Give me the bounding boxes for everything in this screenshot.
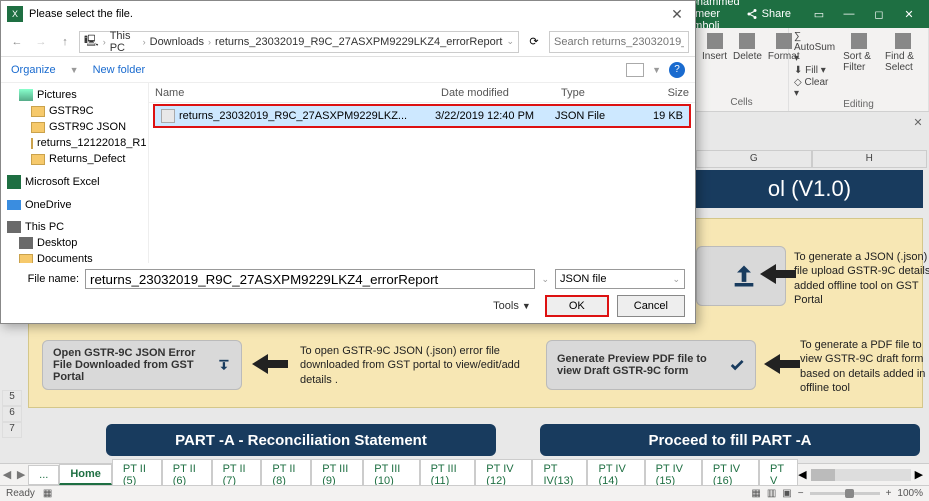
arrow-icon — [764, 354, 800, 374]
folder-icon — [31, 138, 33, 149]
tree-item[interactable]: Documents — [3, 251, 146, 263]
tree-item[interactable]: Pictures — [3, 87, 146, 103]
excel-icon: X — [7, 6, 23, 22]
folder-icon — [19, 237, 33, 249]
open-json-error-tile[interactable]: Open GSTR-9C JSON Error File Downloaded … — [42, 340, 242, 390]
file-open-dialog: X Please select the file. ✕ ← → ↑ 🖳› Thi… — [0, 0, 696, 324]
status-bar: Ready ▦ ▦ ▥ ▣ − + 100% — [0, 485, 929, 501]
folder-icon — [19, 89, 33, 101]
scroll-right[interactable]: ▶ — [915, 468, 923, 481]
zoom-in[interactable]: + — [886, 488, 892, 499]
tab-nav-prev[interactable]: ◀ — [0, 468, 14, 481]
col-type[interactable]: Type — [555, 87, 635, 99]
find-select-button[interactable]: Find & Select — [883, 31, 923, 99]
tree-item[interactable]: returns_12122018_R1_07A — [3, 135, 146, 151]
minimize-icon[interactable]: — — [835, 4, 863, 24]
tools-menu[interactable]: Tools ▼ — [493, 300, 531, 312]
share-icon — [746, 8, 758, 20]
filename-input[interactable] — [85, 269, 535, 289]
sheet-tabs: ◀ ▶ ... Home PT II (5) PT II (6) PT II (… — [0, 463, 929, 485]
gen-desc: To generate a PDF file to view GSTR-9C d… — [800, 338, 929, 395]
dialog-title: Please select the file. — [29, 8, 133, 20]
share-button[interactable]: Share — [740, 6, 797, 22]
tree-item[interactable]: GSTR9C — [3, 103, 146, 119]
excel-titlebar: Mohammed Sameer Tamboli Share ▭ — ◻ ✕ — [695, 0, 929, 28]
breadcrumb[interactable]: 🖳› This PC› Downloads› returns_23032019_… — [79, 31, 519, 53]
h-scrollbar[interactable] — [811, 469, 911, 481]
upload-icon — [730, 262, 758, 290]
close-icon[interactable]: ✕ — [665, 6, 689, 23]
folder-icon — [7, 221, 21, 233]
col-size[interactable]: Size — [635, 87, 695, 99]
col-name[interactable]: Name — [149, 87, 435, 99]
organize-menu[interactable]: Organize — [11, 64, 56, 76]
folder-icon — [31, 122, 45, 133]
file-list: Name Date modified Type Size returns_230… — [149, 83, 695, 263]
file-row[interactable]: returns_23032019_R9C_27ASXPM9229LKZ... 3… — [155, 106, 689, 126]
close-workbook-icon[interactable]: ✕ — [911, 116, 925, 130]
checkmark-icon — [729, 351, 745, 379]
upload-desc: To generate a JSON (.json) file upload G… — [794, 250, 929, 307]
download-icon — [217, 351, 231, 379]
zoom-level[interactable]: 100% — [897, 488, 923, 499]
scroll-left[interactable]: ◀ — [798, 468, 806, 481]
folder-icon — [31, 154, 45, 165]
col-date[interactable]: Date modified — [435, 87, 555, 99]
folder-icon — [31, 106, 45, 117]
view-options-icon[interactable] — [626, 63, 644, 77]
zoom-slider[interactable] — [810, 492, 880, 495]
folder-icon — [7, 175, 21, 189]
open-desc: To open GSTR-9C JSON (.json) error file … — [300, 344, 530, 387]
fill-button[interactable]: ⬇ Fill ▾ — [794, 65, 835, 76]
nav-up-icon[interactable]: ↑ — [55, 32, 75, 52]
chevron-down-icon[interactable]: ⌄ — [506, 36, 514, 47]
folder-icon — [7, 200, 21, 210]
part-a-header: PART -A - Reconciliation Statement — [106, 424, 496, 456]
view-layout-icon[interactable]: ▥ — [767, 488, 776, 499]
pc-icon: 🖳 — [84, 32, 99, 51]
folder-icon — [19, 254, 33, 264]
nav-back-icon[interactable]: ← — [7, 32, 27, 52]
tool-banner: ol (V1.0) — [696, 170, 923, 208]
proceed-button[interactable]: Proceed to fill PART -A — [540, 424, 920, 456]
ribbon-options-icon[interactable]: ▭ — [805, 4, 833, 24]
ribbon: Insert Delete Format Cells ∑ AutoSum ▾ ⬇… — [695, 28, 929, 112]
column-headers: G H — [696, 150, 927, 168]
view-break-icon[interactable]: ▣ — [782, 488, 791, 499]
clear-button[interactable]: ◇ Clear ▾ — [794, 77, 835, 99]
maximize-icon[interactable]: ◻ — [865, 4, 893, 24]
tree-item[interactable]: This PC — [3, 219, 146, 235]
file-icon — [161, 109, 175, 123]
view-normal-icon[interactable]: ▦ — [751, 488, 760, 499]
search-input[interactable] — [549, 31, 689, 53]
ok-button[interactable]: OK — [545, 295, 609, 317]
sort-filter-button[interactable]: Sort & Filter — [841, 31, 877, 99]
arrow-icon — [252, 354, 288, 374]
delete-button[interactable]: Delete — [731, 31, 764, 64]
zoom-out[interactable]: − — [798, 488, 804, 499]
generate-pdf-tile[interactable]: Generate Preview PDF file to view Draft … — [546, 340, 756, 390]
autosum-button[interactable]: ∑ AutoSum ▾ — [794, 31, 835, 64]
folder-tree[interactable]: PicturesGSTR9CGSTR9C JSONreturns_1212201… — [1, 83, 149, 263]
tab-home[interactable]: Home — [59, 464, 112, 485]
insert-button[interactable]: Insert — [700, 31, 729, 64]
tree-item[interactable]: Microsoft Excel — [3, 173, 146, 191]
arrow-icon — [760, 264, 796, 284]
nav-forward-icon[interactable]: → — [31, 32, 51, 52]
refresh-icon[interactable]: ⟳ — [523, 35, 545, 48]
tree-item[interactable]: GSTR9C JSON — [3, 119, 146, 135]
tab-nav-next[interactable]: ▶ — [14, 468, 28, 481]
filetype-select[interactable]: JSON file⌄ — [555, 269, 685, 289]
tree-item[interactable]: Returns_Defect — [3, 151, 146, 167]
row-numbers: 5 6 7 — [2, 390, 22, 438]
tab[interactable]: ... — [28, 465, 59, 485]
tree-item[interactable]: OneDrive — [3, 197, 146, 213]
tree-item[interactable]: Desktop — [3, 235, 146, 251]
cancel-button[interactable]: Cancel — [617, 295, 685, 317]
close-window-icon[interactable]: ✕ — [895, 4, 923, 24]
new-folder-button[interactable]: New folder — [93, 64, 146, 76]
help-icon[interactable]: ? — [669, 62, 685, 78]
filename-label: File name: — [11, 273, 79, 285]
